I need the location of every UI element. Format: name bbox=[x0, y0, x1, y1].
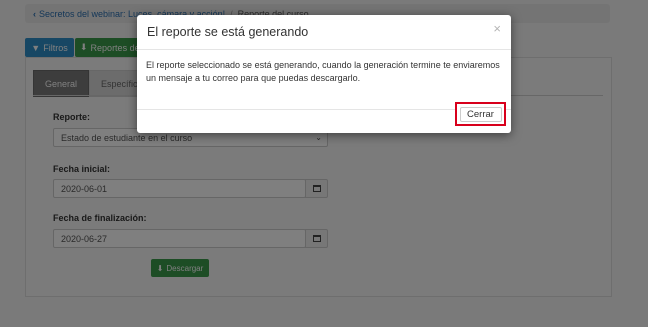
modal-header-divider bbox=[137, 49, 511, 50]
cerrar-button[interactable]: Cerrar bbox=[459, 106, 502, 122]
modal-title: El reporte se está generando bbox=[147, 25, 309, 39]
cerrar-highlight: Cerrar bbox=[455, 102, 506, 126]
close-icon[interactable]: × bbox=[493, 21, 501, 36]
modal-message: El reporte seleccionado se está generand… bbox=[146, 60, 500, 83]
report-generating-modal: El reporte se está generando × El report… bbox=[137, 15, 511, 133]
